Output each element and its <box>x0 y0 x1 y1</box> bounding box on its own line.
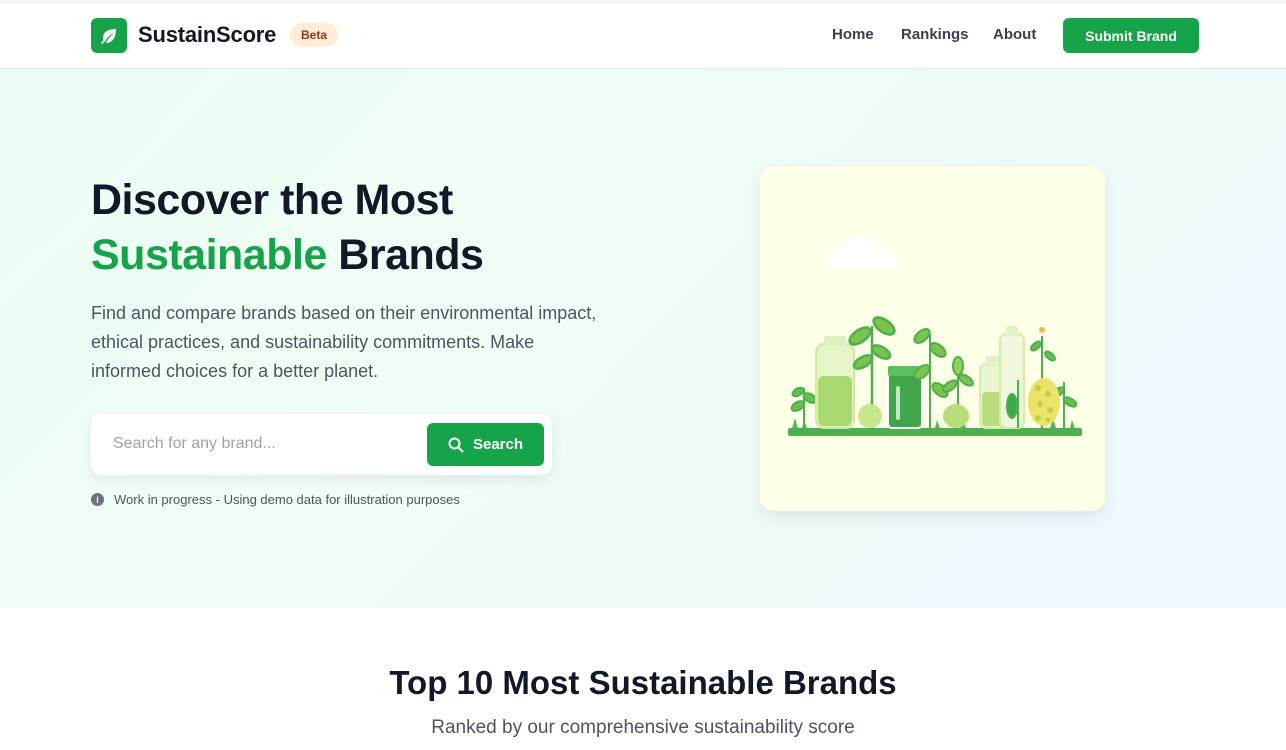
hero-description: Find and compare brands based on their e… <box>91 303 597 381</box>
demo-notice: i Work in progress - Using demo data for… <box>91 492 460 507</box>
rankings-section: Top 10 Most Sustainable Brands Ranked by… <box>0 608 1286 750</box>
search-button-label: Search <box>472 436 524 453</box>
search-bar: Search <box>91 414 552 475</box>
nav-about[interactable]: About <box>993 26 1036 43</box>
info-icon: i <box>91 493 104 506</box>
nav-rankings[interactable]: Rankings <box>901 26 969 43</box>
hero-title-rest: Brands <box>326 231 484 279</box>
rankings-subtitle: Ranked by our comprehensive sustainabili… <box>431 717 855 738</box>
hero-title: Discover the Most Sustainable Brands <box>91 173 484 283</box>
beta-badge: Beta <box>290 23 338 47</box>
search-input[interactable] <box>101 424 421 464</box>
nav-home[interactable]: Home <box>832 26 874 43</box>
rankings-title: Top 10 Most Sustainable Brands <box>389 664 897 701</box>
brand-name[interactable]: SustainScore <box>138 22 276 48</box>
hero-illustration <box>760 166 1105 511</box>
leaf-icon <box>101 28 116 44</box>
demo-notice-text: Work in progress - Using demo data for i… <box>114 492 460 507</box>
search-button[interactable]: Search <box>427 423 544 466</box>
hero-section: Discover the Most Sustainable Brands Fin… <box>0 69 1286 608</box>
submit-brand-button[interactable]: Submit Brand <box>1063 18 1199 53</box>
hero-title-highlight: Sustainable <box>91 231 327 279</box>
site-header: SustainScore Beta Home Rankings About Su… <box>0 3 1286 69</box>
search-icon <box>448 437 464 452</box>
eco-products-illustration <box>788 236 1082 436</box>
hero-title-line1: Discover the Most <box>91 176 453 224</box>
logo[interactable] <box>91 18 127 53</box>
